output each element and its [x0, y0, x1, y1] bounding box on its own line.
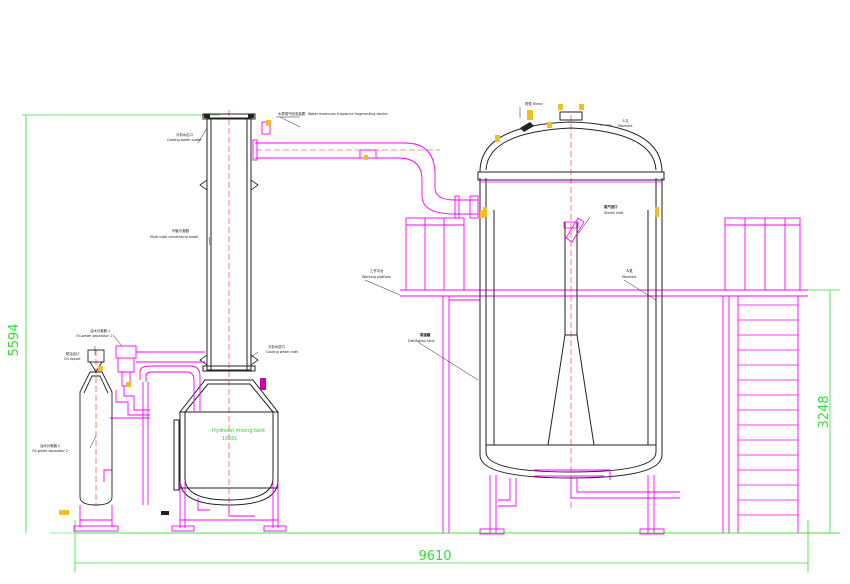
- tubular-condenser: [202, 113, 256, 372]
- label-separator-1: 油水分离器 1: [90, 328, 110, 333]
- label-distillation-tank-en: Distillation tank: [408, 339, 435, 343]
- label-separator-2-en: Oil-water separator 2: [32, 449, 68, 453]
- drawing-canvas: 5594 9610 3248 Hydrosol mixing tank 1000…: [0, 0, 850, 584]
- dim-platform-height: 3248: [817, 395, 832, 428]
- label-steam-inlet-en: Steam inlet: [604, 211, 624, 215]
- label-manhole-side: 人孔: [625, 268, 633, 273]
- dimension-lines: [22, 114, 840, 572]
- fragrance-pipe: [252, 121, 479, 219]
- label-oil-export: 精油出口: [66, 351, 80, 356]
- label-steam-inlet: 蒸汽进口: [604, 204, 618, 209]
- fragrance-fittings: [266, 120, 484, 218]
- label-tubular-condenser-en: Multi-tube condensing water: [150, 235, 199, 239]
- equipment-drawing: 5594 9610 3248 Hydrosol mixing tank 1000…: [7, 101, 840, 572]
- label-fragrance-device: 水雾香气回收装置: [278, 111, 306, 116]
- centerlines: [95, 110, 572, 515]
- label-working-platform: 工作平台: [370, 268, 384, 273]
- label-cooling-inlet: 冷却水进口: [268, 344, 285, 349]
- label-separator-1-en: Oil-water separator 1: [76, 334, 112, 338]
- label-cooling-inlet-en: Cooling water inlet: [266, 350, 299, 354]
- label-separator-2: 油水分离器 2: [40, 443, 60, 448]
- label-cooling-outlet-en: Cooling water outlet: [167, 138, 202, 142]
- hydrosol-volume-label: 1000L: [222, 436, 238, 442]
- steam-inlet-pipe: [498, 469, 680, 507]
- label-oil-export-en: Oil export: [64, 357, 81, 361]
- label-fragrance-device-en: Water molecular fragrance fragmenting de…: [308, 112, 388, 116]
- working-platform: [400, 217, 808, 533]
- dim-total-width: 9610: [418, 549, 451, 564]
- oil-water-separator-1: [110, 345, 205, 505]
- label-distillation-tank: 蒸馏罐: [420, 332, 431, 337]
- label-vent-top: 视镜 Mirror: [525, 101, 543, 106]
- stair-treads: [738, 304, 798, 516]
- hydrosol-tank-label: Hydrosol mixing tank: [212, 428, 265, 434]
- label-manhole-side-en: Manhole: [622, 275, 636, 279]
- hydrosol-tank: [173, 379, 280, 506]
- label-manhole-en: Manhole: [618, 124, 632, 128]
- label-tubular-condenser: 列管冷凝器: [172, 228, 190, 233]
- label-cooling-outlet: 冷却水出口: [176, 132, 193, 137]
- separator-fittings: [59, 366, 131, 515]
- dim-total-height: 5594: [7, 323, 22, 356]
- tank-legs: [479, 475, 665, 535]
- label-working-platform-en: Working platform: [362, 275, 392, 279]
- hydrosol-fittings: [161, 378, 266, 515]
- label-manhole: 人孔: [622, 118, 629, 123]
